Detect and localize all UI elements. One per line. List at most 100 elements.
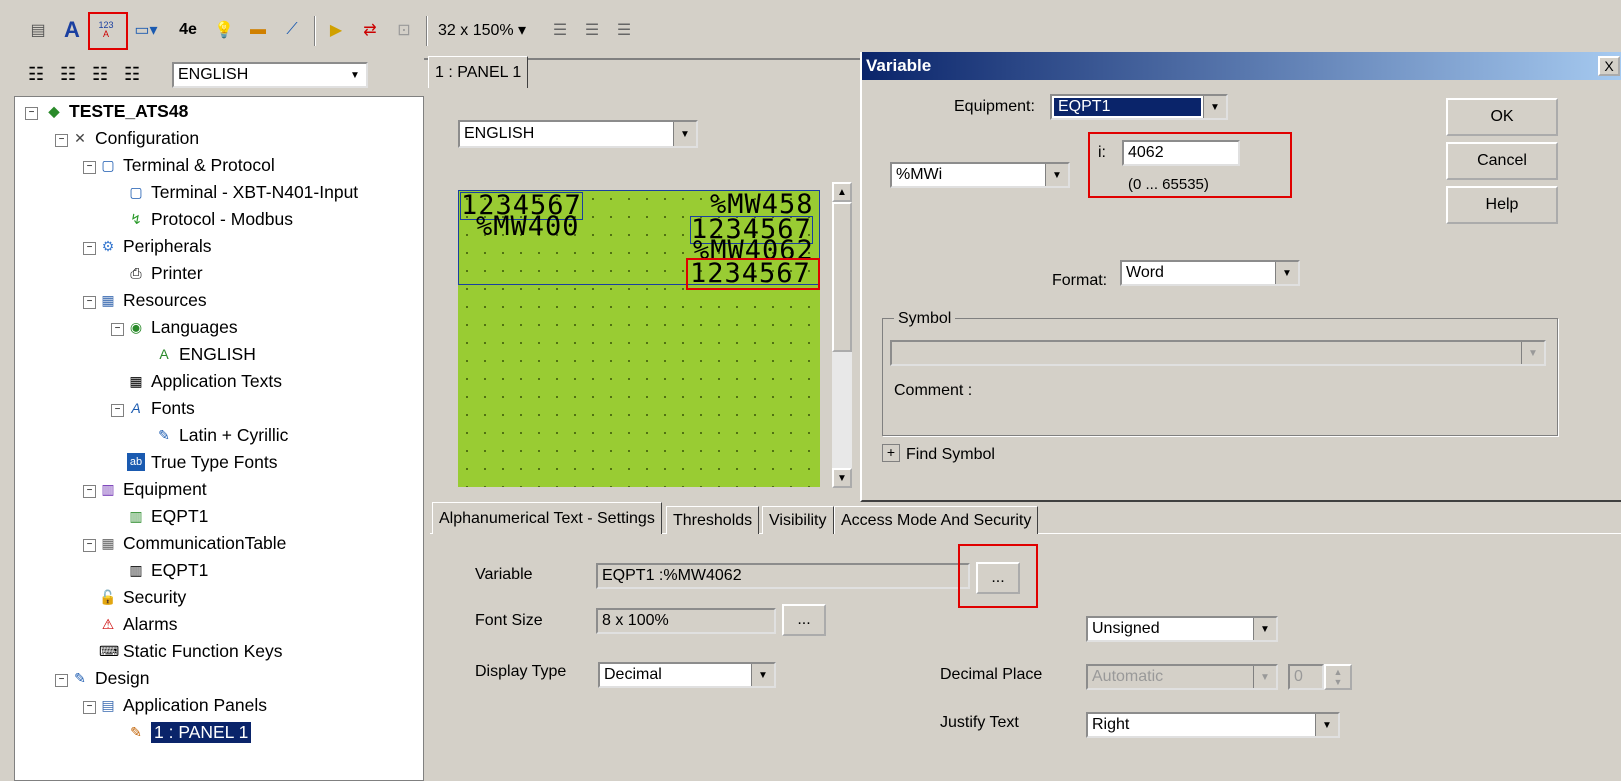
- scroll-thumb[interactable]: [832, 202, 852, 352]
- collapse-icon[interactable]: −: [83, 539, 96, 552]
- collapse-icon[interactable]: −: [83, 242, 96, 255]
- tree-expand-icon[interactable]: ☷: [60, 64, 76, 85]
- tree-item-configuration[interactable]: ✕ Configuration: [71, 126, 199, 150]
- text-icon[interactable]: A: [60, 17, 84, 42]
- tab-thresholds[interactable]: Thresholds: [666, 506, 760, 534]
- tree-sort-icon[interactable]: ☷: [124, 64, 140, 85]
- find-symbol-label[interactable]: Find Symbol: [906, 446, 995, 464]
- scroll-down-icon[interactable]: ▼: [832, 468, 852, 488]
- browse-font-button[interactable]: ...: [782, 604, 826, 636]
- comment-label: Comment :: [894, 382, 973, 399]
- collapse-icon[interactable]: −: [55, 674, 68, 687]
- trend-icon[interactable]: ⟋: [280, 18, 304, 42]
- tree-item-protocol[interactable]: ↯ Protocol - Modbus: [127, 207, 293, 231]
- index-label: i:: [1098, 144, 1106, 161]
- tree-collapse-icon[interactable]: ☷: [92, 64, 108, 85]
- font-size-field[interactable]: 8 x 100%: [596, 608, 776, 634]
- tree-item-printer[interactable]: ⎙ Printer: [127, 261, 203, 285]
- tree-item-peripherals[interactable]: ⚙ Peripherals: [99, 234, 212, 258]
- tab-panel1[interactable]: 1 : PANEL 1: [428, 56, 529, 88]
- tree-item-comm-eqpt1[interactable]: ▥ EQPT1: [127, 558, 208, 582]
- tree-item-comm-table[interactable]: ▦ CommunicationTable: [99, 531, 286, 555]
- play-icon[interactable]: ▶: [324, 18, 348, 42]
- tree-view-icon[interactable]: ☷: [28, 64, 44, 85]
- tree-item-panel1[interactable]: ✎ 1 : PANEL 1: [127, 720, 252, 744]
- type-value: %MWi: [896, 166, 943, 183]
- tree-label: Application Panels: [123, 694, 267, 715]
- collapse-icon[interactable]: −: [111, 323, 124, 336]
- tree-label: Resources: [123, 289, 207, 310]
- collapse-icon[interactable]: −: [83, 701, 96, 714]
- tree-item-root[interactable]: ◆ TESTE_ATS48: [45, 99, 189, 123]
- tree-item-terminal-protocol[interactable]: ▢ Terminal & Protocol: [99, 153, 274, 177]
- tab-visibility[interactable]: Visibility: [762, 506, 834, 534]
- decimal-place-value: Automatic: [1092, 668, 1164, 685]
- display-type-select[interactable]: Decimal ▼: [598, 662, 776, 688]
- tree-item-app-panels[interactable]: ▤ Application Panels: [99, 693, 267, 717]
- format-select[interactable]: Word ▼: [1120, 260, 1300, 286]
- collapse-icon[interactable]: −: [83, 296, 96, 309]
- tree-item-equipment[interactable]: ▥ Equipment: [99, 477, 206, 501]
- tab-access-mode[interactable]: Access Mode And Security: [834, 506, 1039, 534]
- tree-item-alarms[interactable]: ⚠ Alarms: [99, 612, 178, 636]
- chevron-down-icon: ▼: [344, 64, 366, 86]
- sign-select[interactable]: Unsigned ▼: [1086, 616, 1278, 642]
- variable-type-select[interactable]: %MWi ▼: [890, 162, 1070, 188]
- index-input[interactable]: 4062: [1122, 140, 1240, 166]
- tree-item-design[interactable]: ✎ Design: [71, 666, 149, 690]
- tree-item-ttf[interactable]: ab True Type Fonts: [127, 450, 277, 474]
- lcd-text[interactable]: %MW400: [476, 213, 580, 240]
- tree-item-terminal[interactable]: ▢ Terminal - XBT-N401-Input: [127, 180, 358, 204]
- printer-icon: ⎙: [130, 265, 142, 281]
- ok-button[interactable]: OK: [1446, 98, 1558, 136]
- tree-item-app-texts[interactable]: ▦ Application Texts: [127, 369, 282, 393]
- expand-icon[interactable]: +: [882, 444, 900, 462]
- tree-item-english[interactable]: A ENGLISH: [155, 342, 256, 366]
- justify-select[interactable]: Right ▼: [1086, 712, 1340, 738]
- bulb-icon[interactable]: 💡: [212, 18, 236, 42]
- collapse-icon[interactable]: −: [111, 404, 124, 417]
- collapse-icon[interactable]: −: [25, 107, 38, 120]
- tree-item-resources[interactable]: ▦ Resources: [99, 288, 207, 312]
- align-center-icon[interactable]: ☰: [580, 18, 604, 42]
- tree-item-latin[interactable]: ✎ Latin + Cyrillic: [155, 423, 288, 447]
- transfer-icon[interactable]: ⇄: [358, 18, 382, 42]
- close-icon[interactable]: X: [1598, 56, 1620, 76]
- tree-item-fonts[interactable]: A Fonts: [127, 396, 194, 420]
- button-label: OK: [1490, 108, 1514, 125]
- tree-item-security[interactable]: 🔓 Security: [99, 585, 186, 609]
- fonts-icon: A: [131, 400, 141, 416]
- collapse-icon[interactable]: −: [55, 134, 68, 147]
- zoom-label: 32 x 150%: [438, 22, 514, 39]
- lcd-panel[interactable]: 1234567 %MW458 %MW400 1234567 %MW4062 12…: [458, 190, 820, 487]
- tree-item-languages[interactable]: ◉ Languages: [127, 315, 238, 339]
- tree-item-eqpt1[interactable]: ▥ EQPT1: [127, 504, 208, 528]
- align-left-icon[interactable]: ☰: [548, 18, 572, 42]
- variable-field[interactable]: EQPT1 :%MW4062: [596, 563, 970, 589]
- help-button[interactable]: Help: [1446, 186, 1558, 224]
- equipment-select[interactable]: EQPT1 ▼: [1050, 94, 1228, 120]
- vertical-scrollbar[interactable]: ▲ ▼: [832, 182, 852, 488]
- tree-item-static-keys[interactable]: ⌨ Static Function Keys: [99, 639, 283, 663]
- panel-icon[interactable]: ▤: [26, 18, 50, 42]
- zoom-selector[interactable]: 32 x 150% ▾: [438, 20, 526, 40]
- cancel-button[interactable]: Cancel: [1446, 142, 1558, 180]
- ttf-icon: ab: [127, 453, 145, 471]
- tree-label: Application Texts: [151, 370, 283, 391]
- bar-graph-icon[interactable]: ▬: [246, 18, 270, 42]
- collapse-icon[interactable]: −: [83, 161, 96, 174]
- scroll-up-icon[interactable]: ▲: [832, 182, 852, 202]
- align-right-icon[interactable]: ☰: [612, 18, 636, 42]
- tree-label: Printer: [151, 262, 203, 283]
- panel-language-select[interactable]: ENGLISH ▼: [458, 120, 698, 148]
- main-toolbar: ▤ A 123 A ▭▾ 4e 💡 ▬ ⟋ ▶ ⇄ ⊡ 32 x 150% ▾ ☰…: [0, 0, 1621, 60]
- language-select[interactable]: ENGLISH ▼: [172, 62, 368, 88]
- toolbar-separator: [314, 16, 316, 46]
- browse-variable-button[interactable]: ...: [976, 562, 1020, 594]
- image-icon[interactable]: ▭▾: [134, 18, 158, 42]
- tab-alpha-settings[interactable]: Alphanumerical Text - Settings: [432, 502, 662, 534]
- font-icon[interactable]: 4e: [176, 18, 200, 42]
- tree-label: Protocol - Modbus: [151, 208, 294, 229]
- collapse-icon[interactable]: −: [83, 485, 96, 498]
- panel-icon: ✎: [130, 724, 142, 740]
